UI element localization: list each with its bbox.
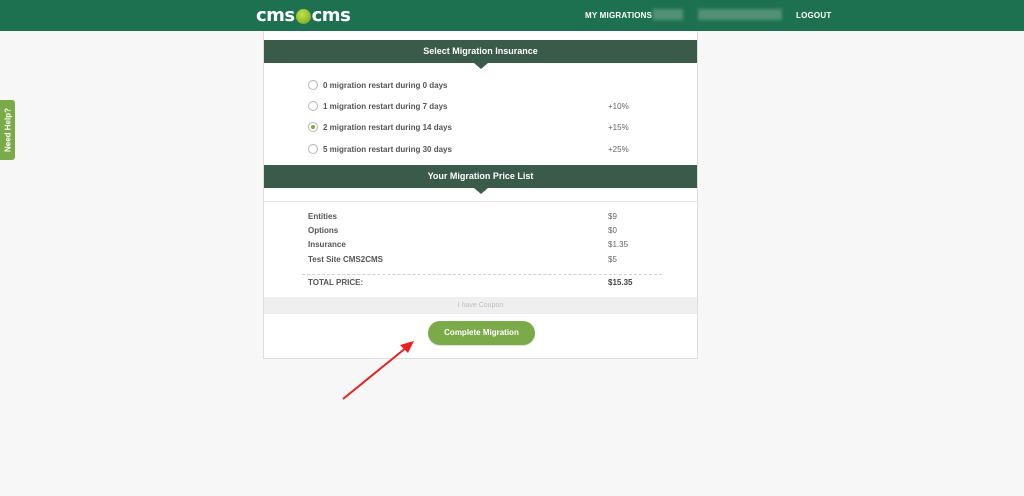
annotation-arrow-icon bbox=[342, 341, 414, 400]
